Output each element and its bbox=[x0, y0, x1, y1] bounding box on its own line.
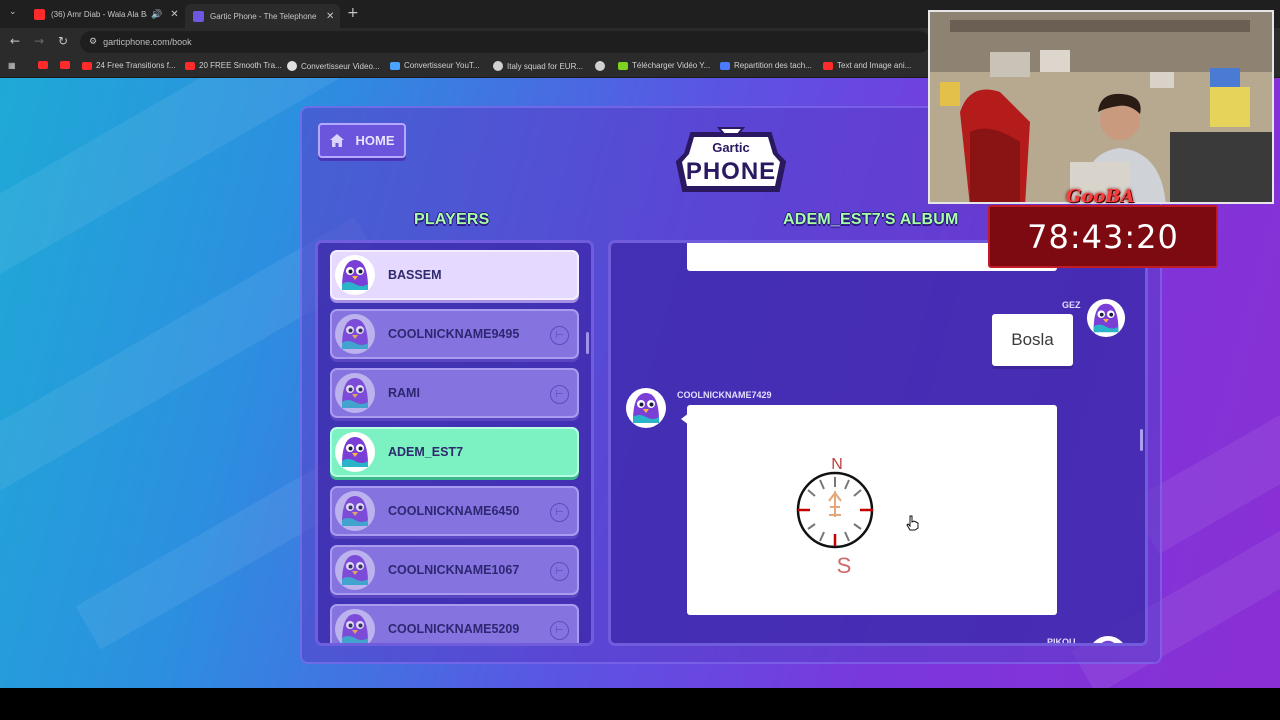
tab-gartic-phone[interactable]: Gartic Phone - The Telephone G ✕ bbox=[185, 4, 340, 28]
album-feed[interactable]: GEZ Bosla COOLNICKNAME7429 N S PIKOU bbox=[608, 240, 1148, 646]
bookmark-item[interactable]: Italy squad for EUR... bbox=[493, 61, 583, 71]
bookmark-item[interactable] bbox=[60, 61, 74, 69]
gartic-phone-logo: Gartic PHONE bbox=[675, 127, 787, 192]
stream-timer: 78:43:20 bbox=[988, 205, 1218, 268]
player-name: RAMI bbox=[388, 386, 420, 400]
player-avatar-icon bbox=[335, 609, 375, 643]
players-title: PLAYERS bbox=[414, 211, 490, 228]
kick-player-icon[interactable]: ⊢ bbox=[550, 385, 569, 404]
player-name: COOLNICKNAME1067 bbox=[388, 563, 520, 577]
globe-icon bbox=[595, 61, 605, 71]
guess-author-name: GEZ bbox=[1062, 300, 1081, 310]
reload-icon[interactable]: ↻ bbox=[58, 34, 68, 48]
new-tab-button[interactable]: + bbox=[347, 5, 359, 21]
youtube-icon bbox=[38, 61, 48, 69]
compass-north-letter: N bbox=[831, 456, 843, 473]
drawing-fragment bbox=[877, 240, 917, 242]
site-info-icon[interactable]: ⚙ bbox=[89, 37, 97, 47]
back-arrow-icon[interactable]: ← bbox=[10, 34, 20, 48]
youtube-icon bbox=[823, 61, 833, 70]
bookmark-item[interactable]: Text and Image ani... bbox=[823, 61, 911, 70]
tab-close-icon[interactable]: ✕ bbox=[326, 11, 334, 22]
tab-title: Gartic Phone - The Telephone G bbox=[210, 11, 318, 21]
logo-bottom-text: PHONE bbox=[686, 158, 776, 185]
url-text[interactable]: garticphone.com/book bbox=[103, 37, 192, 47]
guess-bubble: Bosla bbox=[992, 314, 1073, 366]
youtube-icon bbox=[60, 61, 70, 69]
player-item-bassem[interactable]: BASSEM bbox=[330, 250, 579, 300]
globe-icon bbox=[493, 61, 503, 71]
player-name: COOLNICKNAME9495 bbox=[388, 327, 520, 341]
album-title: ADEM_EST7'S ALBUM bbox=[783, 211, 959, 228]
bookmark-item[interactable]: 24 Free Transitions f... bbox=[82, 61, 176, 70]
player-name: COOLNICKNAME5209 bbox=[388, 622, 520, 636]
next-author-name: PIKOU bbox=[1047, 637, 1076, 646]
players-list[interactable]: BASSEM COOLNICKNAME9495 ⊢ RAMI ⊢ ADEM_ES… bbox=[315, 240, 594, 646]
download-icon bbox=[618, 61, 628, 70]
youtube-icon bbox=[82, 61, 92, 70]
player-avatar-icon bbox=[335, 432, 375, 472]
player-item-coolnickname1067[interactable]: COOLNICKNAME1067 ⊢ bbox=[330, 545, 579, 595]
bookmark-item[interactable] bbox=[38, 61, 52, 69]
home-label: HOME bbox=[355, 133, 395, 148]
kick-player-icon[interactable]: ⊢ bbox=[550, 503, 569, 522]
home-icon bbox=[329, 134, 344, 147]
tab-close-icon[interactable]: ✕ bbox=[170, 9, 178, 20]
gez-avatar-icon bbox=[1086, 298, 1126, 338]
player-avatar-icon bbox=[335, 491, 375, 531]
kick-player-icon[interactable]: ⊢ bbox=[550, 621, 569, 640]
bookmark-item[interactable] bbox=[595, 61, 609, 71]
logo-top-text: Gartic bbox=[712, 140, 750, 155]
webcam-overlay bbox=[928, 10, 1274, 204]
compass-drawing: N S bbox=[796, 456, 874, 578]
compass-south-letter: S bbox=[837, 553, 852, 578]
album-scrollbar[interactable] bbox=[1140, 429, 1143, 451]
player-avatar-icon bbox=[335, 373, 375, 413]
google-icon bbox=[287, 61, 297, 71]
speaker-icon[interactable]: 🔊 bbox=[151, 9, 162, 20]
player-item-coolnickname6450[interactable]: COOLNICKNAME6450 ⊢ bbox=[330, 486, 579, 536]
home-button[interactable]: HOME bbox=[318, 123, 406, 158]
docs-icon bbox=[720, 61, 730, 70]
player-item-coolnickname9495[interactable]: COOLNICKNAME9495 ⊢ bbox=[330, 309, 579, 359]
player-avatar-icon bbox=[335, 314, 375, 354]
hand-pointer-cursor-icon bbox=[906, 515, 919, 531]
player-avatar-icon bbox=[335, 255, 375, 295]
player-name: ADEM_EST7 bbox=[388, 445, 464, 459]
player-name: BASSEM bbox=[388, 268, 442, 282]
player-item-coolnickname5209[interactable]: COOLNICKNAME5209 ⊢ bbox=[330, 604, 579, 643]
tab-youtube[interactable]: (36) Amr Diab - Wala Ala Ba 🔊 ✕ bbox=[26, 4, 180, 24]
converter-icon bbox=[390, 61, 400, 70]
bookmark-item[interactable]: Télécharger Vidéo Y... bbox=[618, 61, 710, 70]
drawing-notch bbox=[681, 413, 689, 425]
drawing-author-name: COOLNICKNAME7429 bbox=[677, 390, 772, 400]
drawing-card: N S bbox=[681, 405, 1057, 615]
gartic-favicon-icon bbox=[193, 10, 204, 22]
kick-player-icon[interactable]: ⊢ bbox=[550, 562, 569, 581]
streamer-tag: GooBA bbox=[1066, 186, 1135, 207]
bookmark-item[interactable]: Convertisseur YouT... bbox=[390, 61, 480, 70]
player-name: COOLNICKNAME6450 bbox=[388, 504, 520, 518]
player-avatar-icon bbox=[335, 550, 375, 590]
video-letterbox bbox=[0, 688, 1280, 720]
bookmark-item[interactable]: Repartition des tach... bbox=[720, 61, 812, 70]
bookmark-item[interactable]: 20 FREE Smooth Tra... bbox=[185, 61, 282, 70]
address-bar[interactable]: ⚙ garticphone.com/book bbox=[80, 31, 930, 53]
webcam-feed-image bbox=[930, 12, 1272, 202]
youtube-favicon-icon bbox=[34, 8, 45, 20]
tab-search-chevron-icon[interactable]: ⌄ bbox=[9, 7, 17, 17]
kick-player-icon[interactable]: ⊢ bbox=[550, 326, 569, 345]
pikou-avatar-icon bbox=[1093, 635, 1123, 643]
players-scrollbar[interactable] bbox=[586, 332, 589, 354]
bookmark-item[interactable]: Convertisseur Video... bbox=[287, 61, 380, 71]
apps-grid-icon[interactable]: ▦ bbox=[8, 61, 16, 70]
player-item-adem-est7[interactable]: ADEM_EST7 bbox=[330, 427, 579, 477]
coolnickname7429-avatar-icon bbox=[626, 388, 666, 428]
youtube-icon bbox=[185, 61, 195, 70]
player-item-rami[interactable]: RAMI ⊢ bbox=[330, 368, 579, 418]
tab-title: (36) Amr Diab - Wala Ala Ba bbox=[51, 9, 147, 19]
forward-arrow-icon[interactable]: → bbox=[34, 34, 44, 48]
screen: ⌄ (36) Amr Diab - Wala Ala Ba 🔊 ✕ Gartic… bbox=[0, 0, 1280, 720]
